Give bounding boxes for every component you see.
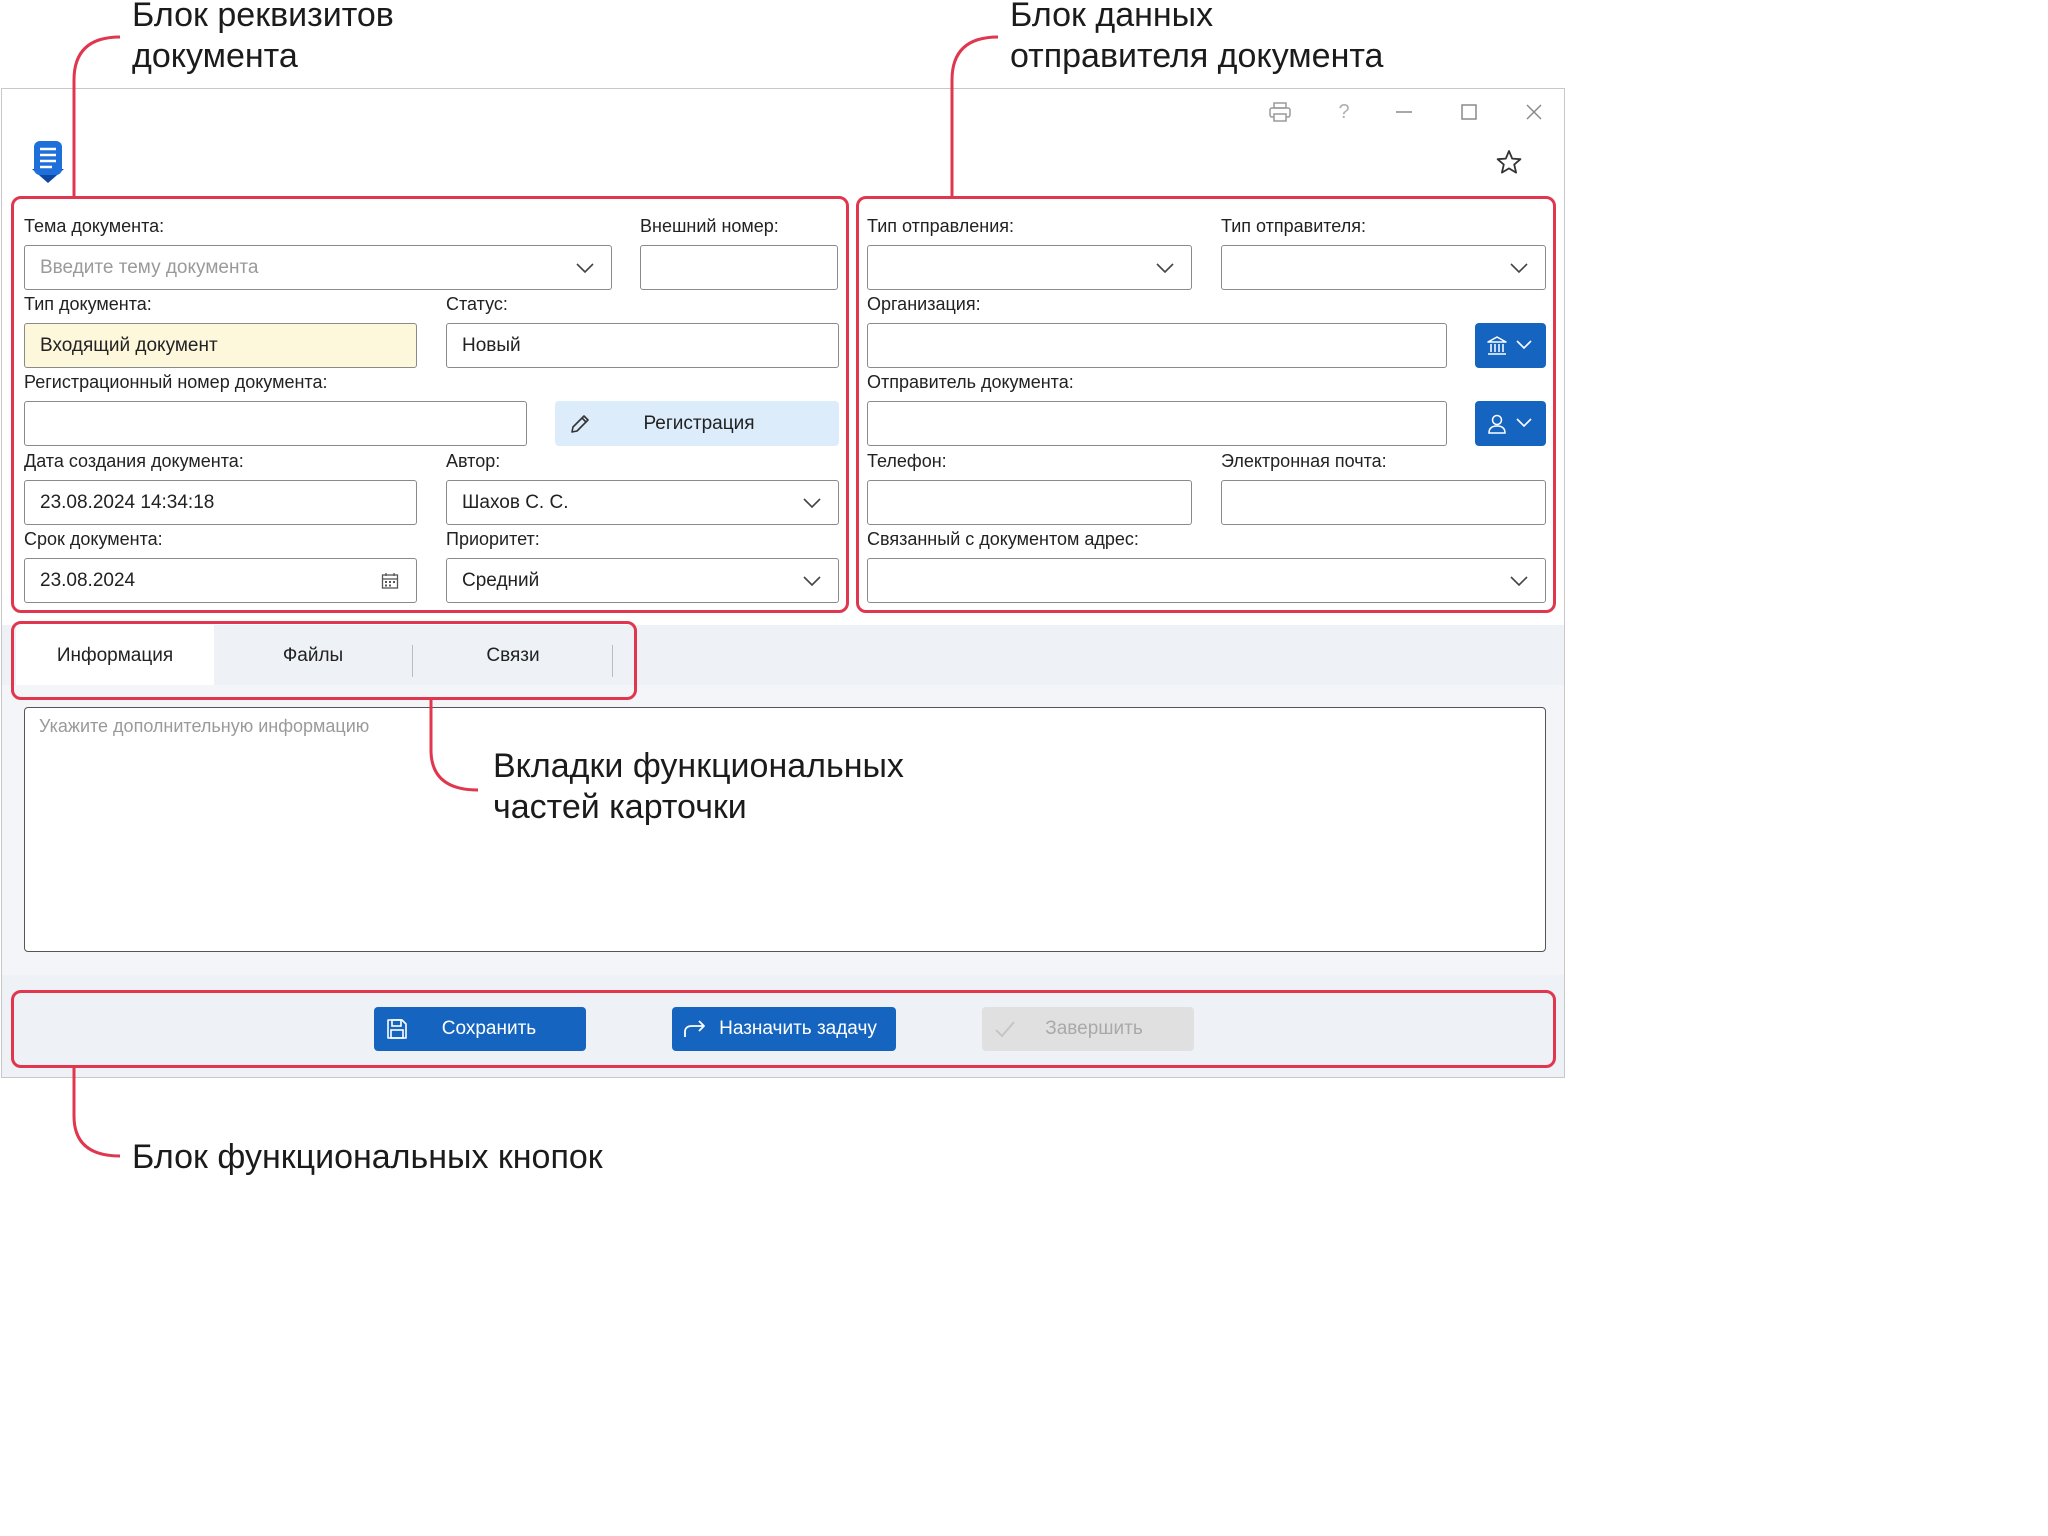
- annotation-tabs-line1: Вкладки функциональных: [493, 747, 904, 785]
- callout-connectors: [72, 35, 999, 1158]
- annotation-tabs-line2: частей карточки: [493, 788, 747, 826]
